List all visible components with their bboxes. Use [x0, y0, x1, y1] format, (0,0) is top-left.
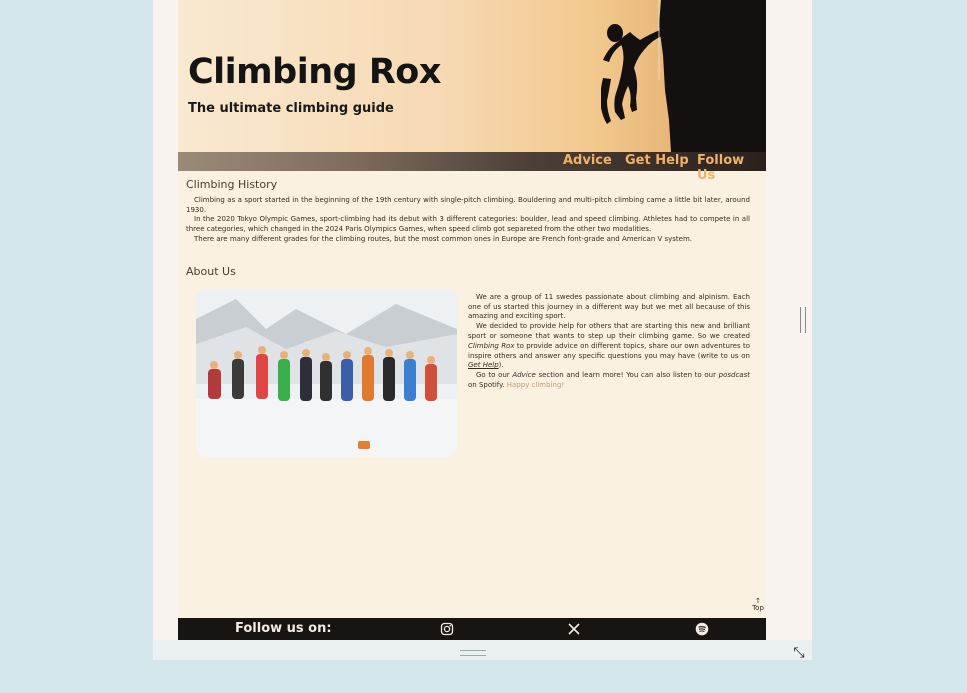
nav-link-advice[interactable]: Advice	[563, 153, 612, 168]
history-heading: Climbing History	[186, 178, 278, 191]
about-text: We are a group of 11 swedes passionate a…	[468, 293, 750, 391]
history-paragraph-3: There are many different grades for the …	[194, 234, 693, 243]
nav-bar: Advice Get Help Follow Us	[178, 152, 766, 183]
about-paragraph-2-c: ).	[498, 361, 504, 370]
about-paragraph-1: We are a group of 11 swedes passionate a…	[468, 292, 750, 321]
instagram-icon[interactable]	[440, 622, 454, 636]
main-content: Climbing History Climbing as a sport sta…	[186, 178, 750, 457]
site-title: Climbing Rox	[188, 52, 441, 92]
footer: Follow us on:	[178, 618, 766, 640]
site-subtitle: The ultimate climbing guide	[188, 101, 394, 116]
top-label: Top	[752, 604, 764, 612]
nav-link-follow-us[interactable]: Follow Us	[697, 153, 766, 183]
x-icon[interactable]	[567, 622, 581, 636]
get-help-link[interactable]: Get Help	[468, 361, 499, 369]
about-paragraph-2: We decided to provide help for others th…	[468, 322, 750, 371]
nav-link-get-help[interactable]: Get Help	[625, 153, 689, 168]
happy-climbing-text: Happy climbing!	[506, 380, 565, 389]
back-to-top-link[interactable]: ↑ Top	[751, 598, 765, 612]
about-paragraph-2-a: We decided to provide help for others th…	[468, 322, 750, 340]
footer-label: Follow us on:	[235, 621, 332, 636]
podcast-word: posdcast	[718, 371, 750, 380]
horizontal-resize-grip[interactable]	[460, 650, 486, 656]
advice-section-name: Advice	[512, 371, 536, 380]
resize-corner-icon[interactable]: ⤡	[790, 644, 808, 662]
about-brand-name: Climbing Rox	[468, 341, 515, 350]
about-heading: About Us	[186, 264, 236, 278]
header-banner: Climbing Rox The ultimate climbing guide	[178, 0, 766, 152]
spotify-icon[interactable]	[695, 622, 709, 636]
history-paragraph-2: In the 2020 Tokyo Olympic Games, sport-c…	[186, 215, 750, 234]
about-paragraph-3-c: on Spotify.	[468, 380, 507, 389]
climber-silhouette-image	[601, 0, 766, 152]
about-paragraph-3-b: section and learn more! You can also lis…	[535, 371, 719, 380]
webpage: Climbing Rox The ultimate climbing guide…	[178, 0, 766, 640]
about-paragraph-3-a: Go to our	[476, 371, 513, 380]
about-section: About Us We are a group of 11 swedes pas…	[186, 264, 750, 457]
vertical-resize-grip[interactable]	[800, 307, 806, 333]
history-paragraph-1: Climbing as a sport started in the begin…	[186, 195, 750, 214]
group-photo-image	[196, 288, 457, 457]
group-photo	[196, 288, 457, 457]
about-paragraph-3: Go to our Advice section and learn more!…	[468, 371, 750, 391]
